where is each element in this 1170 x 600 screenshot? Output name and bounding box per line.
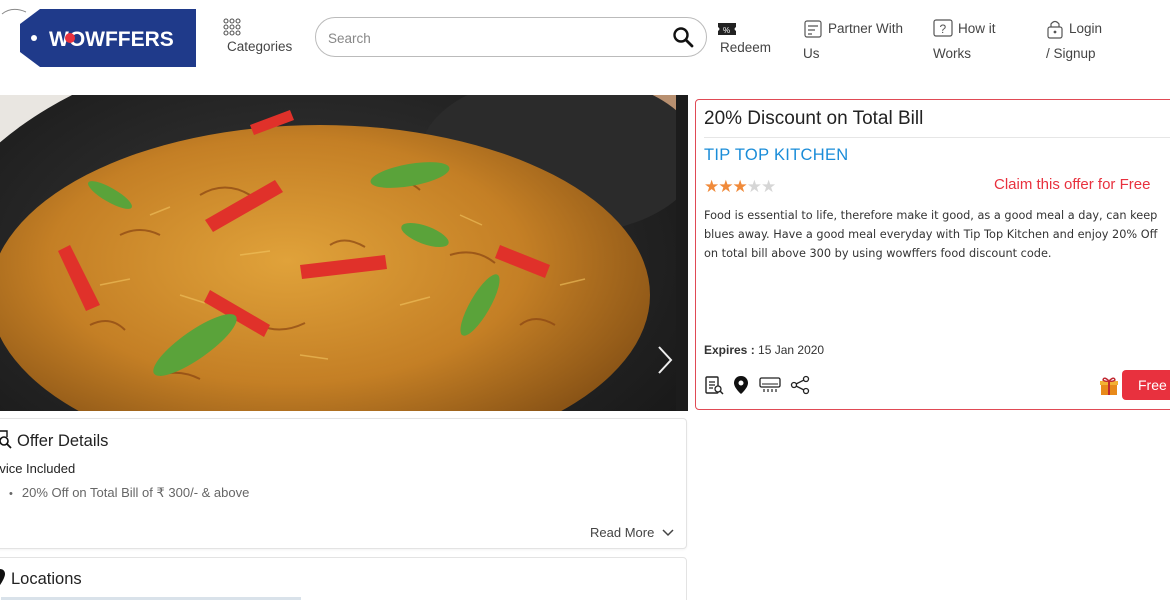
list-item: 20% Off on Total Bill of ₹ 300/- & above [9,485,249,501]
service-list: 20% Off on Total Bill of ₹ 300/- & above [9,485,249,501]
location-pin-icon [0,568,5,591]
share-icon[interactable] [790,375,810,400]
ac-icon[interactable] [759,377,781,398]
nav-how-it-works[interactable]: ? How it Works [933,19,996,63]
read-more-label: Read More [590,525,655,540]
expires-label: Expires : [704,343,755,357]
offer-title: 20% Discount on Total Bill [704,108,924,129]
partner-icon [803,19,823,44]
offer-card: 20% Discount on Total Bill TIP TOP KITCH… [695,99,1170,410]
partner-label-2: Us [803,46,820,61]
question-icon: ? [933,19,953,44]
service-included-label: rvice Included [0,461,76,476]
search-box[interactable] [315,17,707,57]
expiry-date: Expires : 15 Jan 2020 [704,343,824,357]
menu-icon[interactable] [704,375,724,400]
how-label-2: Works [933,46,972,61]
grid-icon [223,18,243,36]
star-icon: ★ [704,177,719,196]
nav-categories[interactable]: Categories [223,18,292,56]
lock-icon [1046,19,1064,44]
offer-details-title: Offer Details [17,431,109,450]
svg-text:%: % [723,26,730,35]
nav-partner[interactable]: Partner With Us [803,19,903,63]
star-icon: ★ [718,177,733,196]
svg-text:?: ? [940,22,947,36]
divider [704,137,1170,138]
chevron-down-icon [662,525,674,540]
nav-login[interactable]: Login / Signup [1046,19,1102,63]
categories-label: Categories [227,39,293,54]
ticket-icon: % [717,21,737,37]
search-input[interactable] [328,27,668,49]
redeem-label: Redeem [720,40,772,55]
offer-details-heading: Offer Details [0,429,108,454]
locations-title: Locations [11,569,82,588]
how-label-1: How it [958,21,996,36]
location-pin-icon[interactable] [733,375,749,400]
rating-stars: ★★★★★ [704,177,776,197]
login-label-2: / Signup [1046,46,1096,61]
star-icon: ★ [732,177,748,196]
gift-icon [1099,376,1119,401]
locations-card: Locations [0,557,687,600]
search-icon[interactable] [672,26,694,53]
login-label-1: Login [1069,21,1103,36]
claim-text: Claim this offer for Free [994,176,1151,193]
star-icon: ★ [746,177,762,196]
read-more-link[interactable]: Read More [590,525,674,540]
search-details-icon [0,429,13,454]
wowffers-logo[interactable]: WOWFFERS [0,8,198,68]
restaurant-name[interactable]: TIP TOP KITCHEN [704,146,848,165]
offer-image-carousel[interactable] [0,95,688,411]
expires-value: 15 Jan 2020 [758,343,825,357]
nav-redeem[interactable]: % Redeem [717,21,771,57]
locations-heading: Locations [0,568,82,591]
offer-description: Food is essential to life, therefore mak… [704,209,1158,260]
site-header: WOWFFERS Categories % Redeem [0,0,1170,78]
chevron-right-icon[interactable] [656,345,674,375]
partner-label-1: Partner With [828,21,904,36]
food-image [0,95,688,411]
offer-details-card: Offer Details rvice Included 20% Off on … [0,418,687,549]
free-claim-button[interactable]: Free [1122,370,1170,400]
star-icon: ★ [761,177,776,196]
offer-action-icons [704,375,815,399]
